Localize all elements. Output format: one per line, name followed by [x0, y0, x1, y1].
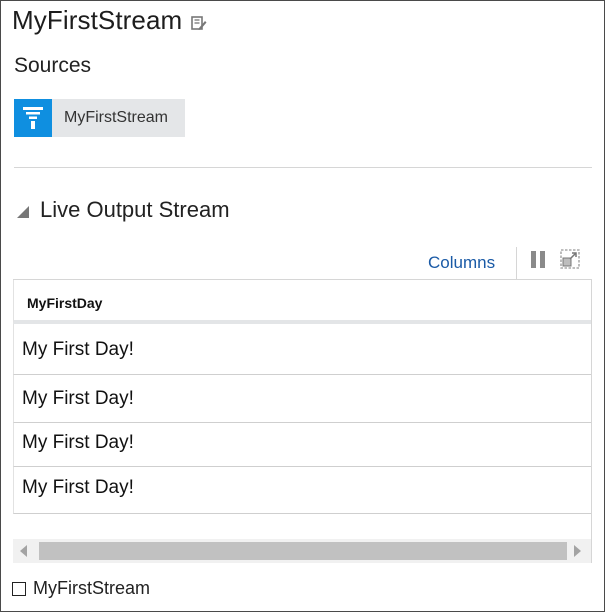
legend-label: MyFirstStream [33, 578, 150, 598]
title-row: MyFirstStream [12, 5, 207, 36]
table-row[interactable]: My First Day! [13, 324, 591, 375]
filter-icon [14, 99, 52, 137]
section-divider [14, 167, 592, 168]
detach-icon[interactable] [560, 249, 580, 269]
edit-icon[interactable] [191, 15, 207, 31]
table-row[interactable]: My First Day! [13, 467, 591, 514]
source-chip-myfirststream[interactable]: MyFirstStream [14, 99, 185, 137]
table-row[interactable]: My First Day! [13, 423, 591, 467]
source-chip-label: MyFirstStream [64, 109, 168, 126]
legend-checkbox[interactable] [12, 581, 26, 596]
table-cell: My First Day! [22, 388, 134, 409]
pause-icon[interactable] [530, 251, 546, 268]
collapse-triangle-icon[interactable] [17, 206, 29, 218]
scroll-right-arrow-icon[interactable] [572, 545, 582, 557]
sources-heading: Sources [14, 54, 92, 77]
horizontal-scrollbar[interactable] [13, 539, 591, 563]
scroll-left-arrow-icon[interactable] [19, 545, 29, 557]
table-row[interactable]: My First Day! [13, 375, 591, 423]
table-cell: My First Day! [22, 339, 134, 360]
stream-editor-panel: MyFirstStream Sources MyFirstStream Live… [0, 0, 605, 612]
table-cell: My First Day! [22, 432, 134, 453]
table-cell: My First Day! [22, 477, 134, 498]
columns-link[interactable]: Columns [428, 253, 495, 273]
column-header-myfirstday[interactable]: MyFirstDay [13, 280, 591, 324]
page-title: MyFirstStream [12, 5, 183, 35]
scrollbar-thumb[interactable] [39, 542, 567, 560]
toolbar-separator [516, 247, 517, 279]
output-table: MyFirstDay My First Day! My First Day! M… [13, 279, 592, 563]
legend-item-myfirststream[interactable]: MyFirstStream [12, 578, 150, 599]
column-header-label: MyFirstDay [27, 295, 103, 311]
live-output-title: Live Output Stream [40, 197, 230, 222]
